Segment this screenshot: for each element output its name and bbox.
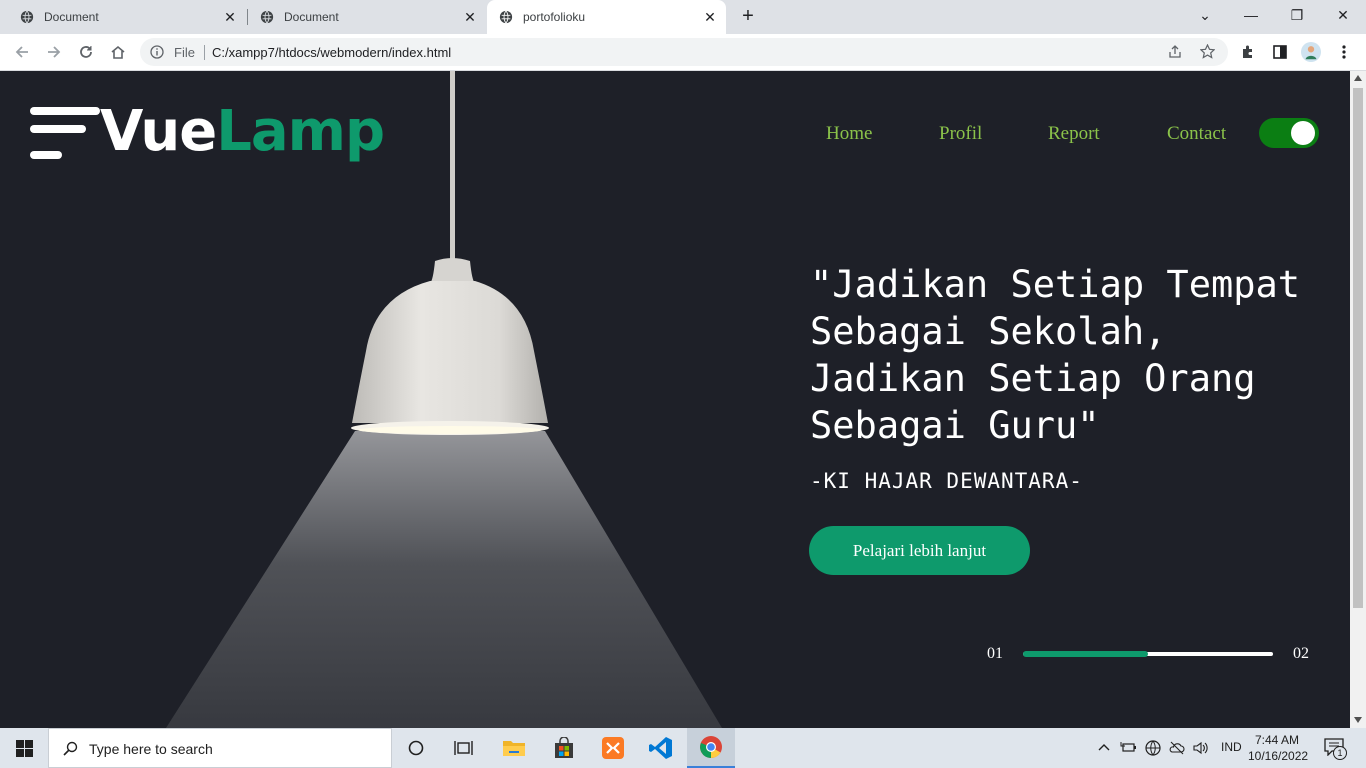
task-view-icon[interactable] [440, 728, 488, 768]
globe-icon [260, 10, 274, 24]
show-hidden-icons-icon[interactable] [1098, 743, 1110, 751]
xampp-icon[interactable] [589, 728, 637, 768]
search-icon [63, 741, 78, 756]
info-icon[interactable] [150, 45, 164, 59]
windows-start-icon[interactable] [0, 728, 48, 768]
browser-tab-strip: Document ✕ Document ✕ portofolioku ✕ + ⌄… [0, 0, 1366, 34]
bookmark-star-icon[interactable] [1200, 44, 1215, 59]
taskbar-clock[interactable]: 7:44 AM 10/16/2022 [1248, 732, 1309, 764]
site-logo[interactable]: VueLamp [100, 99, 385, 164]
back-arrow-icon[interactable] [12, 42, 32, 62]
taskbar-search-box[interactable]: Type here to search [48, 728, 392, 768]
nav-contact-link[interactable]: Contact [1167, 123, 1226, 145]
learn-more-button[interactable]: Pelajari lebih lanjut [809, 526, 1030, 575]
close-window-button[interactable]: ✕ [1320, 0, 1366, 30]
hanging-lamp-illustration [166, 71, 722, 728]
slide-progress-track[interactable] [1023, 651, 1273, 657]
restore-button[interactable]: ❐ [1274, 0, 1320, 30]
web-page: VueLamp Home Profil Report Contact "Jadi… [0, 71, 1350, 728]
toggle-knob [1291, 121, 1315, 145]
side-panel-icon[interactable] [1270, 42, 1290, 62]
network-globe-icon[interactable] [1145, 740, 1161, 756]
globe-icon [499, 10, 513, 24]
volume-icon[interactable] [1192, 740, 1208, 756]
cortana-icon[interactable] [392, 728, 440, 768]
slide-total-number: 02 [1293, 645, 1309, 662]
search-placeholder: Type here to search [89, 741, 213, 757]
tab-title: Document [284, 10, 339, 24]
chrome-taskbar-icon[interactable] [687, 728, 735, 768]
file-label: File [174, 45, 195, 60]
tab-search-chevron-icon[interactable]: ⌄ [1182, 0, 1228, 30]
notification-center-icon[interactable]: 1 [1320, 736, 1350, 762]
vscode-icon[interactable] [637, 728, 685, 768]
tab-title: Document [44, 10, 99, 24]
windows-taskbar: Type here to search IND 7:44 AM 10/16/20… [0, 728, 1366, 768]
clock-time: 7:44 AM [1254, 733, 1300, 747]
cloud-offline-icon[interactable] [1169, 740, 1185, 756]
tab-document-2[interactable]: Document ✕ [248, 0, 486, 34]
logo-part2: Lamp [216, 99, 385, 164]
omnibox-divider [204, 45, 205, 60]
extensions-icon[interactable] [1238, 42, 1258, 62]
battery-icon[interactable] [1120, 741, 1136, 753]
address-bar[interactable]: File C:/xampp7/htdocs/webmodern/index.ht… [140, 38, 1228, 66]
tab-portofolioku[interactable]: portofolioku ✕ [487, 0, 726, 34]
clock-date: 10/16/2022 [1248, 749, 1309, 763]
scroll-up-icon[interactable] [1354, 75, 1362, 81]
forward-arrow-icon[interactable] [44, 42, 64, 62]
home-icon[interactable] [108, 42, 128, 62]
scrollbar-thumb[interactable] [1353, 88, 1363, 608]
theme-toggle[interactable] [1259, 118, 1319, 148]
logo-lines-icon [30, 107, 100, 159]
microsoft-store-icon[interactable] [540, 728, 588, 768]
close-tab-icon[interactable]: ✕ [462, 9, 478, 25]
language-indicator[interactable]: IND [1221, 740, 1242, 754]
globe-icon [20, 10, 34, 24]
slide-progress-fill [1023, 651, 1148, 657]
minimize-button[interactable]: — [1228, 0, 1274, 30]
reload-icon[interactable] [76, 42, 96, 62]
slide-current-number: 01 [987, 645, 1003, 662]
tab-title: portofolioku [523, 10, 586, 24]
notification-badge: 1 [1333, 746, 1347, 760]
logo-part1: Vue [100, 99, 217, 164]
close-tab-icon[interactable]: ✕ [702, 9, 718, 25]
nav-report-link[interactable]: Report [1048, 123, 1100, 145]
menu-kebab-icon[interactable] [1334, 42, 1354, 62]
share-icon[interactable] [1168, 45, 1182, 59]
scroll-down-icon[interactable] [1354, 717, 1362, 723]
nav-home-link[interactable]: Home [826, 123, 872, 145]
quote-author: -KI HAJAR DEWANTARA- [810, 469, 1083, 493]
nav-profil-link[interactable]: Profil [939, 123, 982, 145]
hero-quote: "Jadikan Setiap Tempat Sebagai Sekolah, … [810, 263, 1301, 447]
browser-toolbar: File C:/xampp7/htdocs/webmodern/index.ht… [0, 34, 1366, 71]
close-tab-icon[interactable]: ✕ [222, 9, 238, 25]
profile-avatar[interactable] [1301, 42, 1321, 62]
new-tab-button[interactable]: + [738, 6, 758, 28]
tab-document-1[interactable]: Document ✕ [0, 0, 246, 34]
url-text[interactable]: C:/xampp7/htdocs/webmodern/index.html [212, 45, 451, 60]
file-explorer-icon[interactable] [490, 728, 538, 768]
